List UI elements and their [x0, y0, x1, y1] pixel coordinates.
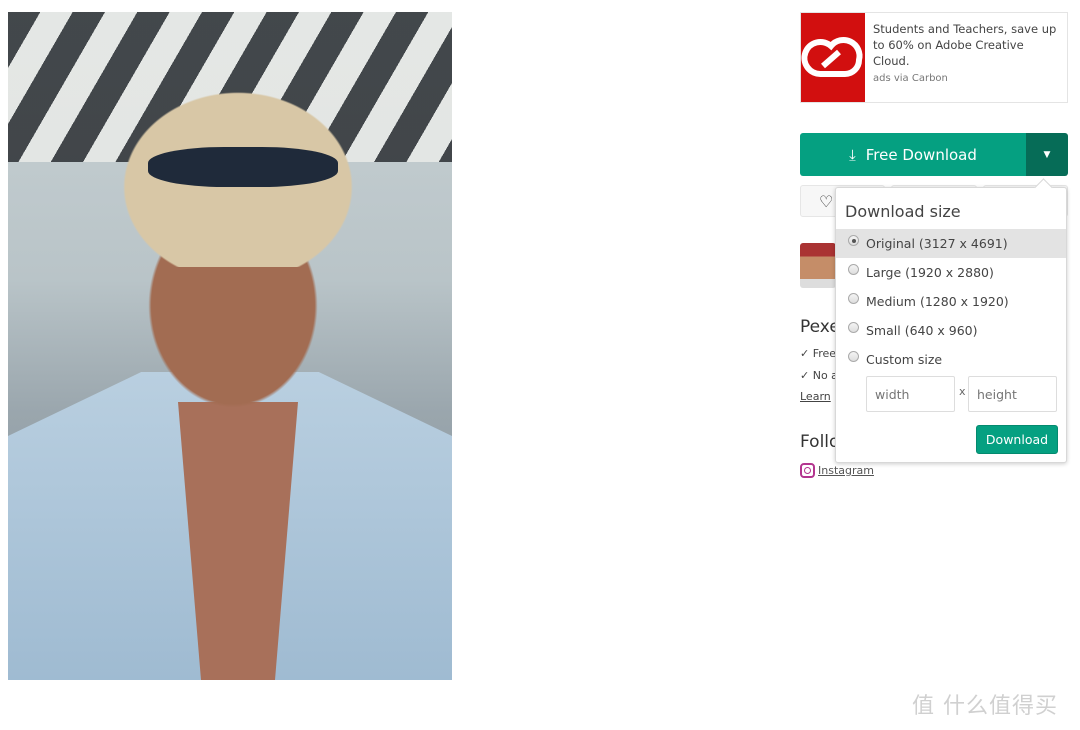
- popup-title: Download size: [845, 202, 961, 221]
- option-label: Large (1920 x 2880): [866, 265, 994, 280]
- free-download-label: Free Download: [865, 145, 977, 164]
- photo-hat-band: [148, 147, 338, 187]
- custom-height-input[interactable]: [968, 376, 1057, 412]
- instagram-icon: [800, 463, 815, 478]
- free-download-button[interactable]: ⤓ Free Download: [800, 133, 1026, 176]
- download-size-popup: Download size Original (3127 x 4691) Lar…: [835, 187, 1067, 463]
- caret-down-icon: ▼: [1043, 149, 1051, 160]
- option-medium[interactable]: Medium (1280 x 1920): [836, 287, 1066, 316]
- radio[interactable]: [848, 235, 859, 246]
- download-icon: ⤓: [849, 145, 856, 164]
- learn-more-link[interactable]: Learn: [800, 390, 831, 403]
- radio[interactable]: [848, 264, 859, 275]
- ad-text: Students and Teachers, save up to 60% on…: [873, 22, 1057, 68]
- times-separator: x: [959, 385, 966, 398]
- no-attribution-line: ✓ No a: [800, 369, 838, 382]
- follow-heading: Follo: [800, 432, 840, 452]
- photographer-avatar[interactable]: [800, 243, 836, 288]
- download-size-dropdown-toggle[interactable]: ▼: [1026, 133, 1068, 176]
- option-label: Custom size: [866, 352, 943, 367]
- free-line: ✓ Free: [800, 347, 837, 360]
- custom-width-input[interactable]: [866, 376, 955, 412]
- option-small[interactable]: Small (640 x 960): [836, 316, 1066, 345]
- option-custom[interactable]: Custom size: [836, 345, 1066, 374]
- ad-via[interactable]: ads via Carbon: [873, 71, 1059, 87]
- popup-download-button[interactable]: Download: [976, 425, 1058, 454]
- option-original[interactable]: Original (3127 x 4691): [836, 229, 1066, 258]
- radio[interactable]: [848, 351, 859, 362]
- instagram-link[interactable]: Instagram: [800, 463, 874, 478]
- carbon-ad[interactable]: Students and Teachers, save up to 60% on…: [800, 12, 1068, 103]
- radio[interactable]: [848, 322, 859, 333]
- option-large[interactable]: Large (1920 x 2880): [836, 258, 1066, 287]
- radio[interactable]: [848, 293, 859, 304]
- pexels-heading: Pexe: [800, 317, 840, 337]
- watermark: 值 什么值得买: [912, 694, 1058, 719]
- option-label: Small (640 x 960): [866, 323, 978, 338]
- heart-icon: ♡: [819, 191, 834, 211]
- download-button-group: ⤓ Free Download ▼: [800, 133, 1068, 176]
- photo: [8, 12, 452, 680]
- option-label: Original (3127 x 4691): [866, 236, 1008, 251]
- instagram-label: Instagram: [818, 464, 874, 477]
- adobe-cc-logo-icon: [801, 13, 865, 102]
- option-label: Medium (1280 x 1920): [866, 294, 1009, 309]
